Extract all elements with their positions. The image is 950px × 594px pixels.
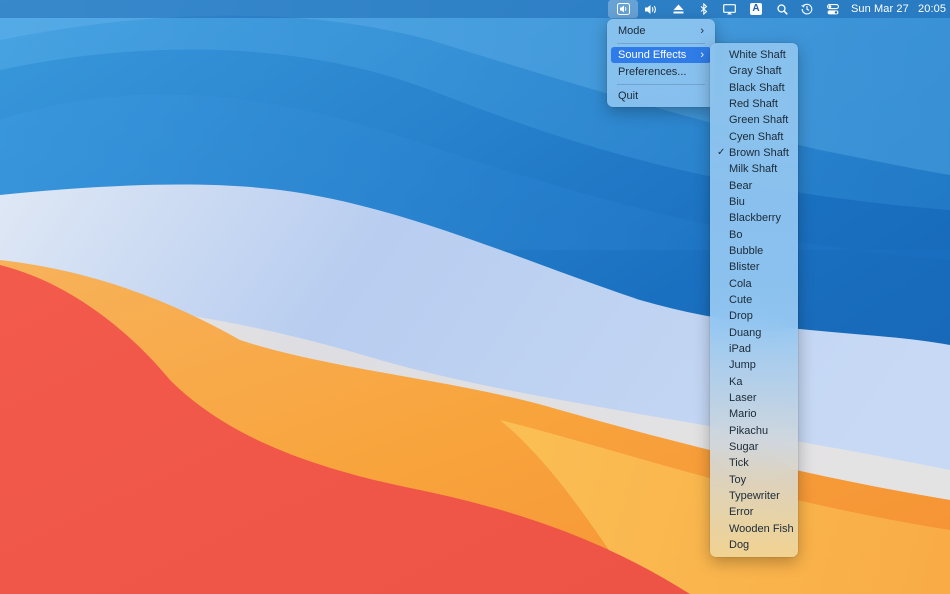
- sound-effect-item[interactable]: Jump: [710, 357, 798, 373]
- sound-effect-label: Blackberry: [729, 212, 781, 225]
- sound-effect-label: Error: [729, 506, 754, 519]
- input-source-letter: A: [752, 3, 760, 14]
- sound-effects-app-icon[interactable]: [608, 0, 638, 18]
- sound-effect-item[interactable]: Sugar: [710, 439, 798, 455]
- checkmark-icon: ✓: [717, 147, 726, 158]
- sound-effect-item[interactable]: Tick: [710, 455, 798, 471]
- sound-effect-item[interactable]: Bear: [710, 178, 798, 194]
- menu-separator: [617, 84, 705, 85]
- sound-effect-label: Dog: [729, 538, 750, 551]
- input-source-icon[interactable]: A: [749, 0, 763, 18]
- sound-effect-label: Pikachu: [729, 424, 769, 437]
- menu-item-quit[interactable]: Quit: [611, 88, 711, 104]
- sound-effect-item[interactable]: ✓ Brown Shaft: [710, 145, 798, 161]
- sound-effect-label: Cola: [729, 277, 752, 290]
- sound-effect-item[interactable]: Blister: [710, 259, 798, 275]
- sound-effect-item[interactable]: Pikachu: [710, 423, 798, 439]
- menu-item-label: Quit: [618, 90, 639, 102]
- display-icon[interactable]: [720, 0, 738, 18]
- spotlight-icon[interactable]: [774, 0, 790, 18]
- sound-effect-item[interactable]: Error: [710, 504, 798, 520]
- sound-effect-label: Cyen Shaft: [729, 130, 784, 143]
- time-machine-icon[interactable]: [799, 0, 815, 18]
- menubar-clock[interactable]: Sun Mar 27 20:05: [851, 0, 946, 18]
- sound-effect-label: Wooden Fish: [729, 522, 794, 535]
- sound-effect-item[interactable]: Cola: [710, 276, 798, 292]
- sound-effect-label: iPad: [729, 342, 752, 355]
- sound-effect-label: Green Shaft: [729, 114, 789, 127]
- sound-effect-label: Bubble: [729, 245, 764, 257]
- sound-effect-label: White Shaft: [729, 49, 786, 61]
- sound-effect-label: Drop: [729, 310, 753, 323]
- sound-effect-label: Blister: [729, 261, 760, 274]
- sound-effect-item[interactable]: Ka: [710, 374, 798, 390]
- sound-effect-label: Toy: [729, 473, 747, 486]
- sound-effect-label: Black Shaft: [729, 81, 785, 94]
- menu-item-sound-effects[interactable]: Sound Effects ›: [611, 47, 711, 63]
- sound-effect-label: Ka: [729, 375, 743, 388]
- sound-effect-label: Jump: [729, 359, 756, 372]
- sound-effect-label: Mario: [729, 408, 757, 421]
- sound-effect-label: Typewriter: [729, 489, 780, 502]
- sound-effect-label: Milk Shaft: [729, 163, 778, 176]
- sound-effect-label: Bear: [729, 179, 753, 192]
- sound-effect-item[interactable]: Mario: [710, 406, 798, 422]
- clock-time: 20:05: [918, 3, 947, 15]
- sound-effect-item[interactable]: Gray Shaft: [710, 63, 798, 79]
- eject-icon[interactable]: [670, 0, 686, 18]
- sound-effect-item[interactable]: iPad: [710, 341, 798, 357]
- sound-effect-item[interactable]: Black Shaft: [710, 80, 798, 96]
- sound-effect-item[interactable]: Laser: [710, 390, 798, 406]
- sound-effects-submenu: White Shaft Gray Shaft Black Shaft Red Shaf…: [710, 43, 798, 557]
- sound-effect-label: Bo: [729, 228, 743, 241]
- bluetooth-icon[interactable]: [697, 0, 711, 18]
- sound-effect-label: Duang: [729, 326, 762, 339]
- sound-effect-item[interactable]: White Shaft: [710, 47, 798, 63]
- sound-effect-item[interactable]: Biu: [710, 194, 798, 210]
- sound-effect-label: Gray Shaft: [729, 65, 782, 78]
- sound-effect-item[interactable]: Cute: [710, 292, 798, 308]
- sound-effect-label: Cute: [729, 293, 753, 306]
- control-center-icon[interactable]: [825, 0, 841, 18]
- menu-item-preferences[interactable]: Preferences...: [611, 64, 711, 80]
- sound-effect-item[interactable]: Blackberry: [710, 210, 798, 226]
- clock-date: Sun Mar 27: [851, 3, 909, 15]
- sound-effect-item[interactable]: Typewriter: [710, 488, 798, 504]
- menu-item-label: Preferences...: [618, 66, 687, 78]
- menu-separator: [617, 43, 705, 44]
- chevron-right-icon: ›: [700, 25, 704, 37]
- sound-effect-item[interactable]: Dog: [710, 537, 798, 553]
- sound-effect-label: Red Shaft: [729, 98, 778, 110]
- sound-effect-label: Tick: [729, 457, 749, 470]
- sound-effect-item[interactable]: Green Shaft: [710, 112, 798, 128]
- sound-effect-label: Sugar: [729, 440, 759, 453]
- sound-effect-label: Laser: [729, 391, 757, 404]
- desktop-wallpaper: [0, 0, 950, 594]
- sound-effect-item[interactable]: Cyen Shaft: [710, 129, 798, 145]
- chevron-right-icon: ›: [700, 49, 704, 61]
- sound-effect-label: Biu: [729, 196, 745, 208]
- volume-icon[interactable]: [642, 0, 660, 18]
- app-menu: Mode › Sound Effects › Preferences... Qu…: [607, 19, 715, 107]
- sound-effect-item[interactable]: Toy: [710, 472, 798, 488]
- sound-effect-item[interactable]: Red Shaft: [710, 96, 798, 112]
- menu-item-label: Mode: [618, 25, 646, 37]
- sound-effect-item[interactable]: Wooden Fish: [710, 521, 798, 537]
- sound-effect-item[interactable]: Duang: [710, 325, 798, 341]
- menu-item-label: Sound Effects: [618, 49, 687, 61]
- sound-effect-label: Brown Shaft: [729, 147, 789, 159]
- sound-effect-item[interactable]: Drop: [710, 308, 798, 324]
- menu-bar: A Sun Mar 27 20:05: [0, 0, 950, 18]
- sound-effect-item[interactable]: Bubble: [710, 243, 798, 259]
- menu-item-mode[interactable]: Mode ›: [611, 23, 711, 39]
- sound-effect-item[interactable]: Bo: [710, 227, 798, 243]
- sound-effect-item[interactable]: Milk Shaft: [710, 161, 798, 177]
